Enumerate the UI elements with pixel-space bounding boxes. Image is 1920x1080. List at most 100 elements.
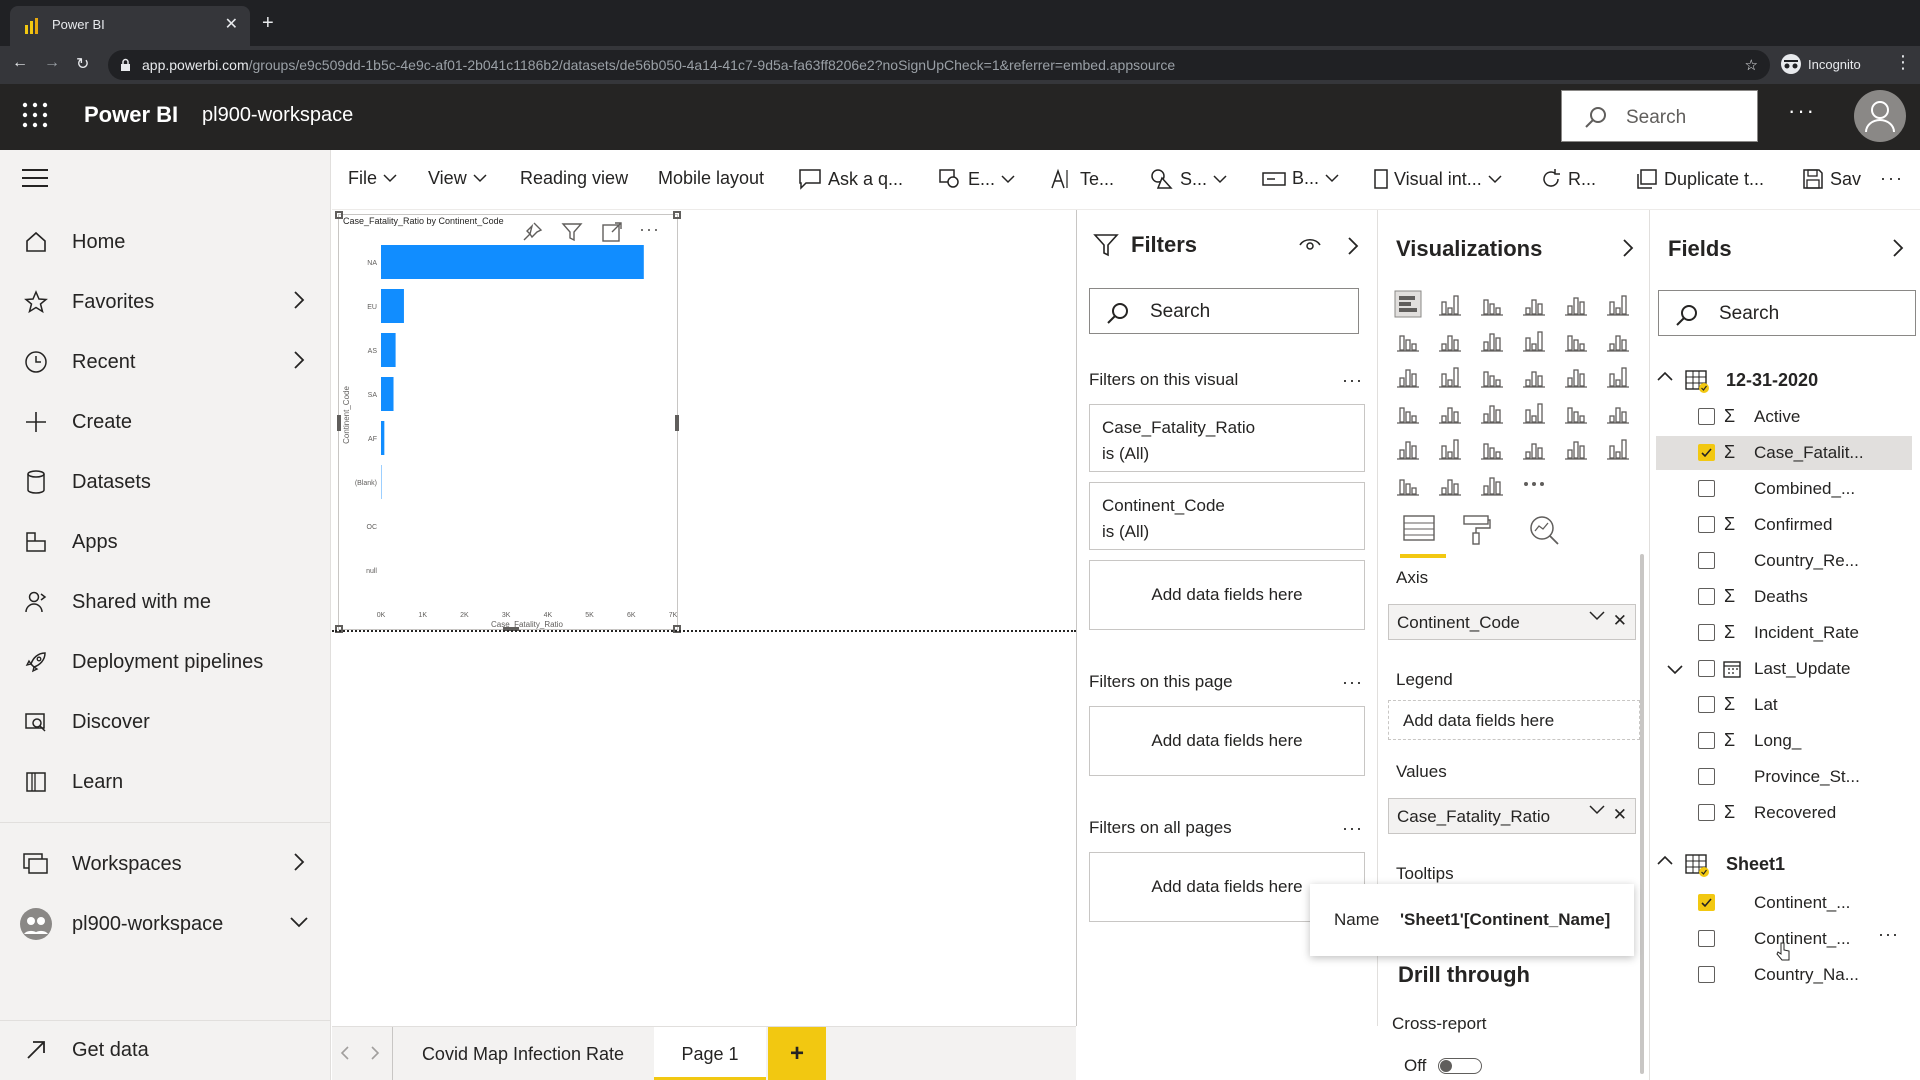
- nav-home[interactable]: Home: [0, 218, 331, 266]
- scatter-visual-icon[interactable]: [1478, 362, 1506, 390]
- nav-recent[interactable]: Recent: [0, 338, 331, 386]
- clustered-bar-visual-icon[interactable]: [1478, 290, 1506, 318]
- filled-map-visual-icon[interactable]: [1436, 398, 1464, 426]
- field-more-options-icon[interactable]: ···: [1878, 924, 1899, 945]
- page-tab-page-1[interactable]: Page 1: [654, 1027, 766, 1080]
- field-checkbox[interactable]: [1698, 768, 1715, 785]
- explore-button[interactable]: E...: [938, 168, 1015, 190]
- nav-workspaces[interactable]: Workspaces: [0, 840, 331, 888]
- decomposition-tree-visual-icon[interactable]: [1520, 434, 1548, 462]
- paint-roller-icon[interactable]: [1462, 514, 1492, 546]
- line-column-visual-icon[interactable]: [1520, 326, 1548, 354]
- more-options-icon[interactable]: ···: [1342, 370, 1363, 391]
- field-checkbox[interactable]: [1698, 894, 1715, 911]
- address-bar[interactable]: app.powerbi.com/groups/e9c509dd-1b5c-4e9…: [108, 50, 1770, 80]
- back-icon[interactable]: ←: [12, 54, 28, 72]
- power-automate-visual-icon[interactable]: [1478, 470, 1506, 498]
- field-item[interactable]: Σ Deaths: [1650, 580, 1920, 614]
- nav-learn[interactable]: Learn: [0, 758, 331, 806]
- donut-visual-icon[interactable]: [1562, 362, 1590, 390]
- chevron-down-icon[interactable]: [1666, 664, 1684, 676]
- axis-field-pill[interactable]: Continent_Code ✕: [1388, 604, 1636, 640]
- field-checkbox[interactable]: [1698, 660, 1715, 677]
- paginated-visual-icon[interactable]: [1394, 470, 1422, 498]
- bar-af[interactable]: [381, 421, 385, 455]
- resize-handle[interactable]: [673, 211, 681, 219]
- field-item[interactable]: Σ Active: [1650, 400, 1920, 434]
- key-influencers-visual-icon[interactable]: [1562, 434, 1590, 462]
- page-tab-covid-map[interactable]: Covid Map Infection Rate: [392, 1027, 654, 1080]
- table-12-31-2020[interactable]: 12-31-2020: [1650, 360, 1920, 400]
- file-menu[interactable]: File: [348, 168, 397, 189]
- stacked-column-visual-icon[interactable]: [1436, 290, 1464, 318]
- field-checkbox[interactable]: [1698, 408, 1715, 425]
- bar-as[interactable]: [381, 333, 396, 367]
- visual-more-options-icon[interactable]: ···: [639, 219, 660, 240]
- browser-menu-icon[interactable]: ⋮: [1894, 52, 1912, 73]
- filters-search-input[interactable]: Search: [1089, 288, 1359, 334]
- 100-column-visual-icon[interactable]: [1604, 290, 1632, 318]
- nav-current-workspace[interactable]: pl900-workspace: [0, 900, 331, 948]
- field-checkbox[interactable]: [1698, 930, 1715, 947]
- field-item[interactable]: Country_Re...: [1650, 544, 1920, 578]
- more-options-icon[interactable]: ···: [1342, 672, 1363, 693]
- chevron-down-icon[interactable]: [289, 916, 309, 928]
- nav-get-data[interactable]: Get data: [0, 1026, 331, 1074]
- view-menu[interactable]: View: [428, 168, 487, 189]
- add-page-button[interactable]: +: [768, 1027, 826, 1080]
- nav-deployment-pipelines[interactable]: Deployment pipelines: [0, 638, 331, 686]
- bar-eu[interactable]: [381, 289, 404, 323]
- field-item[interactable]: Last_Update: [1650, 652, 1920, 686]
- waterfall-visual-icon[interactable]: [1394, 362, 1422, 390]
- field-item[interactable]: Σ Long_: [1650, 724, 1920, 758]
- hamburger-menu-icon[interactable]: [22, 168, 48, 188]
- line-visual-icon[interactable]: [1394, 326, 1422, 354]
- remove-field-icon[interactable]: ✕: [1613, 611, 1627, 631]
- funnel-visual-icon[interactable]: [1436, 362, 1464, 390]
- global-search-box[interactable]: Search: [1561, 90, 1758, 142]
- refresh-button[interactable]: R...: [1540, 168, 1596, 190]
- matrix-visual-icon[interactable]: [1478, 434, 1506, 462]
- save-button[interactable]: Sav: [1802, 168, 1861, 190]
- field-item[interactable]: Continent_...: [1650, 886, 1920, 920]
- collapse-visualizations-icon[interactable]: [1622, 238, 1634, 258]
- more-options-icon[interactable]: ···: [1788, 98, 1816, 124]
- nav-apps[interactable]: Apps: [0, 518, 331, 566]
- line-clustered-visual-icon[interactable]: [1562, 326, 1590, 354]
- chevron-down-icon[interactable]: [1589, 805, 1605, 815]
- field-checkbox[interactable]: [1698, 804, 1715, 821]
- 100-bar-visual-icon[interactable]: [1562, 290, 1590, 318]
- slicer-visual-icon[interactable]: [1394, 434, 1422, 462]
- legend-drop-zone[interactable]: Add data fields here: [1388, 700, 1640, 740]
- gauge-visual-icon[interactable]: [1478, 398, 1506, 426]
- field-checkbox[interactable]: [1698, 444, 1715, 461]
- forward-icon[interactable]: →: [44, 54, 60, 72]
- app-name[interactable]: Power BI: [84, 102, 178, 128]
- reload-icon[interactable]: ↻: [76, 54, 89, 74]
- more-options-icon[interactable]: ···: [1342, 818, 1363, 839]
- nav-datasets[interactable]: Datasets: [0, 458, 331, 506]
- field-item[interactable]: Σ Case_Fatalit...: [1656, 436, 1912, 470]
- bar-chart-visual[interactable]: Case_Fatality_Ratio by Continent_Code NA…: [335, 211, 681, 633]
- reading-view-button[interactable]: Reading view: [520, 168, 628, 189]
- new-tab-icon[interactable]: +: [262, 12, 274, 35]
- collapse-fields-icon[interactable]: [1892, 238, 1904, 258]
- clustered-column-visual-icon[interactable]: [1520, 290, 1548, 318]
- incognito-indicator[interactable]: Incognito: [1780, 50, 1861, 78]
- chevron-right-icon[interactable]: [293, 290, 305, 310]
- area-visual-icon[interactable]: [1436, 326, 1464, 354]
- text-box-button[interactable]: Te...: [1050, 168, 1114, 190]
- field-checkbox[interactable]: [1698, 516, 1715, 533]
- map-visual-icon[interactable]: [1394, 398, 1422, 426]
- nav-favorites[interactable]: Favorites: [0, 278, 331, 326]
- power-apps-visual-icon[interactable]: [1436, 470, 1464, 498]
- visual-interactions-button[interactable]: Visual int...: [1374, 168, 1502, 190]
- bookmark-star-icon[interactable]: ☆: [1745, 56, 1758, 74]
- filter-card-case-fatality-ratio[interactable]: Case_Fatality_Ratio is (All): [1089, 404, 1365, 472]
- chevron-right-icon[interactable]: [293, 350, 305, 370]
- analytics-magnifier-icon[interactable]: [1528, 514, 1560, 546]
- nav-shared-with-me[interactable]: Shared with me: [0, 578, 331, 626]
- kpi-visual-icon[interactable]: [1604, 398, 1632, 426]
- ribbon-visual-icon[interactable]: [1604, 326, 1632, 354]
- close-tab-icon[interactable]: ✕: [225, 14, 238, 34]
